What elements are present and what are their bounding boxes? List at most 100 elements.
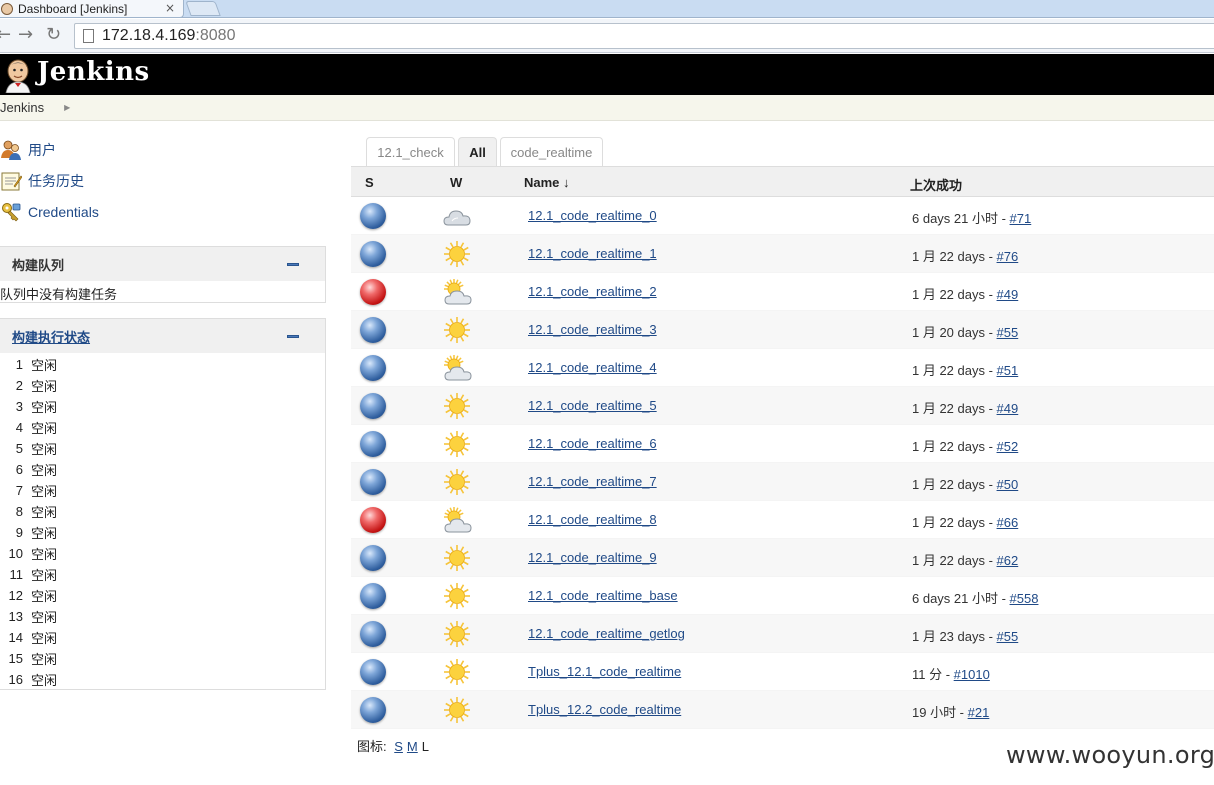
last-success-column-header[interactable]: 上次成功 <box>910 175 962 194</box>
executor-number: 8 <box>15 504 23 519</box>
jenkins-butler-logo-icon[interactable] <box>2 57 34 93</box>
build-number-link[interactable]: #66 <box>997 515 1019 530</box>
status-column-header[interactable]: S <box>365 175 374 190</box>
browser-tab[interactable]: Dashboard [Jenkins] × <box>0 0 184 18</box>
partly-cloudy-weather-icon[interactable] <box>442 277 472 307</box>
build-number-link[interactable]: #71 <box>1010 211 1032 226</box>
tab-code-realtime[interactable]: code_realtime <box>500 137 603 167</box>
icon-size-small-link[interactable]: S <box>394 739 403 754</box>
executor-row: 2 空闲 <box>0 375 325 396</box>
success-status-ball-icon[interactable] <box>360 621 386 647</box>
failed-status-ball-icon[interactable] <box>360 279 386 305</box>
page-icon <box>83 29 94 43</box>
success-status-ball-icon[interactable] <box>360 659 386 685</box>
job-name-link[interactable]: 12.1_code_realtime_2 <box>528 284 657 299</box>
sunny-weather-icon[interactable] <box>442 543 472 573</box>
success-status-ball-icon[interactable] <box>360 545 386 571</box>
weather-column-header[interactable]: W <box>450 175 462 190</box>
executor-number: 3 <box>15 399 23 414</box>
tab-12-1-check[interactable]: 12.1_check <box>366 137 455 167</box>
success-status-ball-icon[interactable] <box>360 355 386 381</box>
credentials-key-icon <box>2 203 21 222</box>
collapse-icon[interactable] <box>287 263 299 266</box>
job-name-link[interactable]: Tplus_12.2_code_realtime <box>528 702 681 717</box>
job-name-link[interactable]: 12.1_code_realtime_7 <box>528 474 657 489</box>
tab-all[interactable]: All <box>458 137 497 167</box>
build-number-link[interactable]: #49 <box>997 287 1019 302</box>
breadcrumb-jenkins-link[interactable]: Jenkins <box>0 100 44 115</box>
last-success-cell: 1 月 22 days - #66 <box>912 512 1018 531</box>
job-name-link[interactable]: 12.1_code_realtime_0 <box>528 208 657 223</box>
sunny-weather-icon[interactable] <box>442 581 472 611</box>
close-tab-icon[interactable]: × <box>165 1 175 15</box>
executor-list: 1 空闲 2 空闲 3 空闲 4 空闲 5 空闲 6 空闲 7 空闲 8 空闲 9 空闲 10 空闲 11 空闲 12 空闲 1… <box>0 353 325 690</box>
sidebar-item-build-history[interactable]: 任务历史 <box>0 170 84 192</box>
job-name-link[interactable]: 12.1_code_realtime_1 <box>528 246 657 261</box>
build-number-link[interactable]: #62 <box>997 553 1019 568</box>
back-arrow-icon[interactable]: ← <box>0 25 11 45</box>
success-status-ball-icon[interactable] <box>360 241 386 267</box>
cloudy-weather-icon[interactable] <box>442 201 472 231</box>
build-number-link[interactable]: #55 <box>997 325 1019 340</box>
success-status-ball-icon[interactable] <box>360 203 386 229</box>
job-name-link[interactable]: 12.1_code_realtime_5 <box>528 398 657 413</box>
job-name-link[interactable]: 12.1_code_realtime_4 <box>528 360 657 375</box>
last-success-time: 6 days 21 小时 - <box>912 211 1010 226</box>
sunny-weather-icon[interactable] <box>442 315 472 345</box>
executor-status-title-link[interactable]: 构建执行状态 <box>12 327 90 346</box>
success-status-ball-icon[interactable] <box>360 317 386 343</box>
sunny-weather-icon[interactable] <box>442 429 472 459</box>
breadcrumb-arrow-icon[interactable]: ▶ <box>64 103 70 112</box>
success-status-ball-icon[interactable] <box>360 583 386 609</box>
success-status-ball-icon[interactable] <box>360 469 386 495</box>
jenkins-brand-title[interactable]: Jenkins <box>37 57 150 87</box>
failed-status-ball-icon[interactable] <box>360 507 386 533</box>
success-status-ball-icon[interactable] <box>360 697 386 723</box>
success-status-ball-icon[interactable] <box>360 431 386 457</box>
partly-cloudy-weather-icon[interactable] <box>442 353 472 383</box>
table-row: 12.1_code_realtime_base 6 days 21 小时 - #5… <box>351 577 1214 615</box>
build-number-link[interactable]: #50 <box>997 477 1019 492</box>
sunny-weather-icon[interactable] <box>442 391 472 421</box>
sunny-weather-icon[interactable] <box>442 695 472 725</box>
reload-icon[interactable]: ↻ <box>46 25 61 45</box>
job-name-link[interactable]: 12.1_code_realtime_6 <box>528 436 657 451</box>
job-name-link[interactable]: 12.1_code_realtime_base <box>528 588 678 603</box>
job-name-link[interactable]: 12.1_code_realtime_3 <box>528 322 657 337</box>
job-name-link[interactable]: Tplus_12.1_code_realtime <box>528 664 681 679</box>
sidebar-item-credentials[interactable]: Credentials <box>0 201 99 223</box>
executor-status: 空闲 <box>31 379 58 394</box>
sidebar-item-users[interactable]: 用户 <box>0 139 56 161</box>
build-number-link[interactable]: #55 <box>997 629 1019 644</box>
job-name-link[interactable]: 12.1_code_realtime_9 <box>528 550 657 565</box>
executor-number: 5 <box>15 441 23 456</box>
table-row: 12.1_code_realtime_1 1 月 22 days - #76 <box>351 235 1214 273</box>
table-row: 12.1_code_realtime_0 6 days 21 小时 - #71 <box>351 197 1214 235</box>
executor-status: 空闲 <box>31 463 58 478</box>
executor-status: 空闲 <box>31 568 58 583</box>
collapse-icon[interactable] <box>287 335 299 338</box>
build-number-link[interactable]: #1010 <box>954 667 990 682</box>
icon-size-medium-link[interactable]: M <box>407 739 418 754</box>
jobs-table-header: S W Name ↓ 上次成功 <box>351 166 1214 197</box>
last-success-time: 1 月 23 days - <box>912 629 997 644</box>
address-bar[interactable]: 172.18.4.169:8080 <box>74 23 1214 49</box>
table-row: 12.1_code_realtime_getlog 1 月 23 days - #… <box>351 615 1214 653</box>
build-number-link[interactable]: #52 <box>997 439 1019 454</box>
sunny-weather-icon[interactable] <box>442 239 472 269</box>
sunny-weather-icon[interactable] <box>442 619 472 649</box>
job-name-link[interactable]: 12.1_code_realtime_getlog <box>528 626 685 641</box>
job-name-link[interactable]: 12.1_code_realtime_8 <box>528 512 657 527</box>
build-number-link[interactable]: #76 <box>997 249 1019 264</box>
sunny-weather-icon[interactable] <box>442 467 472 497</box>
sunny-weather-icon[interactable] <box>442 657 472 687</box>
name-column-header[interactable]: Name ↓ <box>524 175 570 190</box>
partly-cloudy-weather-icon[interactable] <box>442 505 472 535</box>
build-number-link[interactable]: #49 <box>997 401 1019 416</box>
build-number-link[interactable]: #21 <box>968 705 990 720</box>
build-number-link[interactable]: #51 <box>997 363 1019 378</box>
new-tab-button[interactable] <box>185 1 221 16</box>
success-status-ball-icon[interactable] <box>360 393 386 419</box>
forward-arrow-icon[interactable]: → <box>18 25 33 45</box>
build-number-link[interactable]: #558 <box>1010 591 1039 606</box>
